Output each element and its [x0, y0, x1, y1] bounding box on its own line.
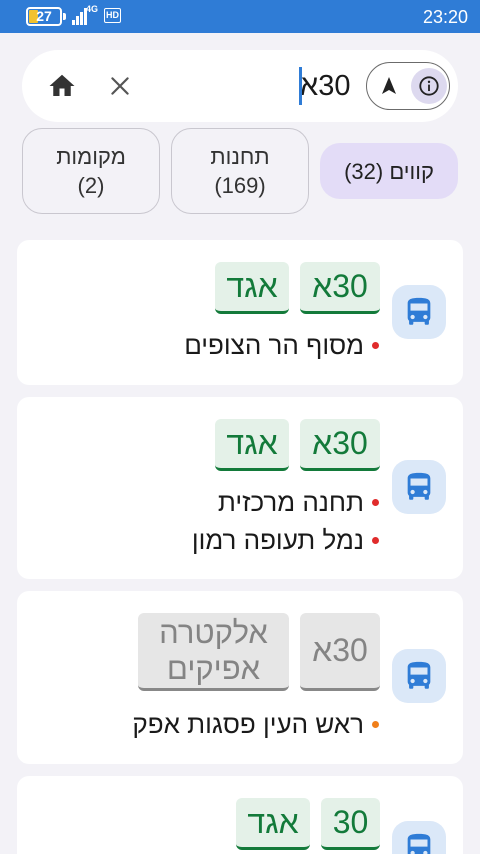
bus-icon [407, 833, 431, 854]
operator-chip: אגד [215, 419, 289, 471]
line-result-card[interactable]: 30א אגד תחנה מרכזית נמל תעופה רמון [17, 397, 463, 579]
bus-icon-badge [392, 821, 446, 854]
line-number-chip: 30א [300, 419, 380, 471]
line-number-chip: 30א [300, 613, 380, 691]
tab-places[interactable]: מקומות (2) [22, 128, 160, 214]
tab-places-count: (2) [77, 173, 105, 198]
tab-stations-label: תחנות [210, 144, 270, 169]
info-icon [419, 76, 439, 96]
line-result-card[interactable]: 30 אגד [17, 776, 463, 854]
line-number-chip: 30 [321, 798, 380, 850]
network-type: 4G [86, 4, 99, 14]
line-result-card[interactable]: 30א אגד מסוף הר הצופים [17, 240, 463, 385]
operator-name-line2: אפיקים [166, 650, 261, 686]
hd-icon: HD [104, 8, 121, 23]
bus-icon-badge [392, 460, 446, 514]
operator-chip: אגד [236, 798, 310, 850]
info-button[interactable] [411, 68, 447, 104]
battery-level: 27 [36, 8, 52, 24]
battery-icon: 27 [26, 7, 66, 26]
bus-icon-badge [392, 649, 446, 703]
line-result-card[interactable]: 30א אלקטרה אפיקים ראש העין פסגות אפק [17, 591, 463, 764]
tab-stations-count: (169) [214, 173, 266, 198]
navigation-arrow-icon[interactable] [377, 74, 401, 98]
operator-chip: אגד [215, 262, 289, 314]
bus-icon [407, 472, 431, 500]
tab-stations[interactable]: תחנות (169) [171, 128, 309, 214]
stop-name: תחנה מרכזית [217, 487, 364, 517]
line-number-chip: 30א [300, 262, 380, 314]
bus-icon [407, 297, 431, 325]
tab-lines[interactable]: קווים (32) [320, 143, 458, 199]
stop-dot [372, 536, 379, 544]
bus-icon [407, 661, 431, 689]
text-cursor [299, 67, 302, 105]
stop-dot [372, 498, 379, 506]
stop-name: נמל תעופה רמון [191, 525, 364, 555]
stop-dot [372, 720, 379, 728]
home-icon [49, 74, 75, 96]
destination-stop: ראש העין פסגות אפק [132, 707, 379, 741]
search-bar: 30א [22, 50, 458, 122]
search-mode-toggle[interactable] [366, 62, 450, 110]
bus-icon-badge [392, 285, 446, 339]
stop-name: מסוף הר הצופים [184, 330, 364, 360]
close-icon [111, 77, 129, 95]
status-bar: 27 4G HD 23:20 [0, 0, 480, 33]
operator-name-line1: אלקטרה [159, 614, 268, 650]
search-input[interactable]: 30א [272, 66, 360, 106]
clear-search-button[interactable] [102, 68, 138, 104]
stop-dot [372, 341, 379, 349]
destination-stop: נמל תעופה רמון [192, 523, 379, 557]
destination-stop: מסוף הר הצופים [184, 328, 379, 362]
stop-name: ראש העין פסגות אפק [132, 709, 364, 739]
tab-places-label: מקומות [56, 144, 126, 169]
tab-lines-label: קווים (32) [344, 158, 434, 184]
home-button[interactable] [44, 68, 80, 104]
clock: 23:20 [422, 7, 468, 27]
operator-chip: אלקטרה אפיקים [138, 613, 289, 691]
origin-stop: תחנה מרכזית [218, 485, 379, 519]
